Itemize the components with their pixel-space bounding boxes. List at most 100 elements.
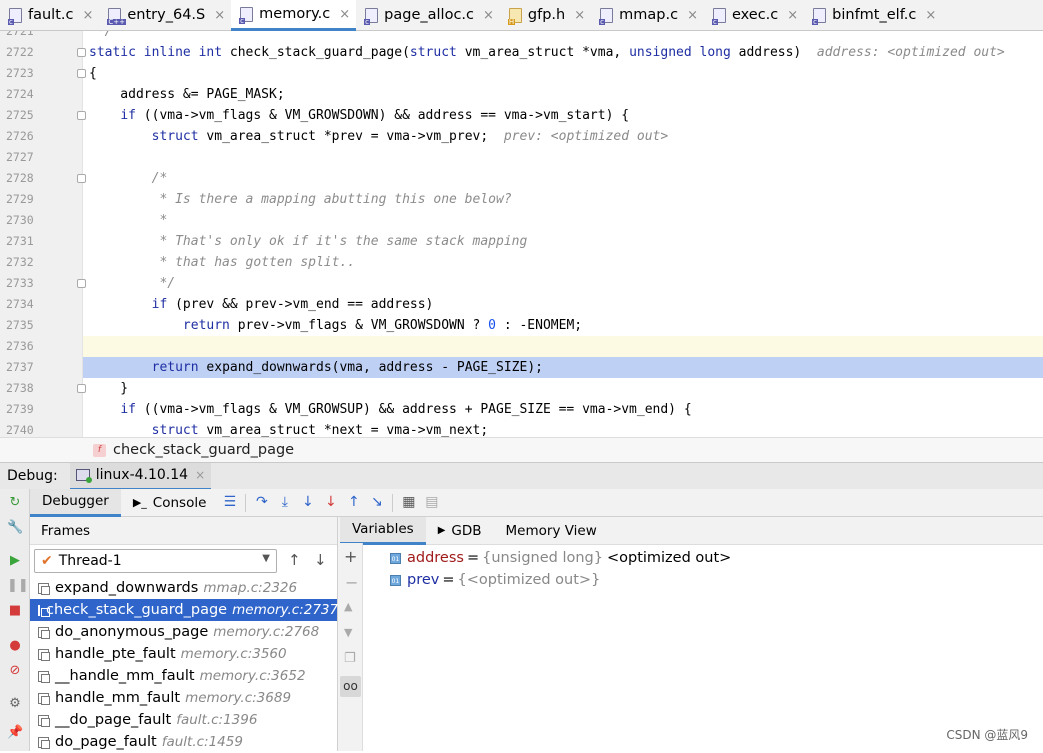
variable-row[interactable]: 01 prev = {<optimized out>} (390, 569, 600, 591)
close-icon[interactable]: × (339, 7, 350, 22)
close-icon[interactable]: × (687, 8, 698, 23)
code-text: */ (89, 31, 112, 42)
evaluate-expression-icon[interactable]: ▦ (401, 495, 416, 510)
step-over-icon[interactable]: ⤓ (277, 495, 292, 510)
close-icon[interactable]: × (82, 8, 93, 23)
code-line[interactable]: 2731 * That's only ok if it's the same s… (0, 231, 1043, 252)
wrench-icon[interactable]: 🔧 (7, 520, 23, 536)
code-line[interactable]: 2734 if (prev && prev->vm_end == address… (0, 294, 1043, 315)
close-icon[interactable]: × (925, 8, 936, 23)
tab-console[interactable]: ▶_ Console (121, 489, 219, 517)
stack-frame[interactable]: handle_pte_faultmemory.c:3560 (30, 643, 337, 665)
stack-frame[interactable]: expand_downwardsmmap.c:2326 (30, 577, 337, 599)
copy-icon[interactable]: ❐ (344, 651, 356, 666)
remove-watch-icon[interactable]: − (345, 573, 358, 592)
fold-marker-icon[interactable] (77, 174, 86, 183)
tab-mmap-c[interactable]: mmap.c× (591, 0, 704, 30)
show-execution-point-icon[interactable]: ↷ (254, 495, 269, 510)
thread-select[interactable]: ✔ Thread-1 ▼ (34, 549, 277, 573)
stack-frame[interactable]: __do_page_faultfault.c:1396 (30, 709, 337, 731)
tab-gdb[interactable]: ▶ GDB (426, 517, 494, 545)
move-up-icon[interactable]: ▲ (344, 600, 352, 613)
stack-frame[interactable]: __handle_mm_faultmemory.c:3652 (30, 665, 337, 687)
gear-icon[interactable]: ⚙ (7, 696, 23, 712)
force-step-into-icon[interactable]: ↓ (323, 495, 338, 510)
code-line[interactable]: 2722static inline int check_stack_guard_… (0, 42, 1043, 63)
tab-entry-64-s[interactable]: entry_64.S× (99, 0, 231, 30)
code-line[interactable]: 2732 * that has gotten split.. (0, 252, 1043, 273)
code-line[interactable]: 2730 * (0, 210, 1043, 231)
step-out-icon[interactable]: ↑ (346, 495, 361, 510)
pause-icon[interactable]: ❚❚ (7, 578, 23, 594)
code-line[interactable]: 2739 if ((vma->vm_flags & VM_GROWSUP) &&… (0, 399, 1043, 420)
code-line[interactable]: 2728 /* (0, 168, 1043, 189)
code-line[interactable]: 2724 address &= PAGE_MASK; (0, 84, 1043, 105)
stack-frame[interactable]: do_page_faultfault.c:1459 (30, 731, 337, 753)
code-line[interactable]: 2733 */ (0, 273, 1043, 294)
tab-fault-c[interactable]: fault.c × (0, 0, 99, 30)
fold-marker-icon[interactable] (77, 279, 86, 288)
fold-marker-icon[interactable] (77, 111, 86, 120)
tab-console-label: Console (153, 489, 207, 517)
stack-frame[interactable]: do_anonymous_pagememory.c:2768 (30, 621, 337, 643)
tab-gfp-h[interactable]: gfp.h× (500, 0, 591, 30)
frame-icon (38, 737, 49, 748)
breadcrumb[interactable]: f check_stack_guard_page (0, 437, 1043, 462)
code-line[interactable]: 2726 struct vm_area_struct *prev = vma->… (0, 126, 1043, 147)
tab-page-alloc-c[interactable]: page_alloc.c× (356, 0, 500, 30)
layout-icon[interactable]: ▤ (424, 495, 439, 510)
move-down-icon[interactable]: ▼ (344, 626, 352, 639)
previous-frame-icon[interactable]: ↑ (288, 551, 301, 569)
tab-label: memory.c (259, 6, 330, 22)
fold-marker-icon[interactable] (77, 69, 86, 78)
fold-marker-icon[interactable] (77, 384, 86, 393)
stack-frame[interactable]: check_stack_guard_pagememory.c:2737 (30, 599, 337, 621)
tab-memory-view[interactable]: Memory View (494, 517, 609, 545)
pin-icon[interactable]: 📌 (7, 725, 23, 741)
close-icon[interactable]: × (787, 8, 798, 23)
code-line[interactable]: 2738 } (0, 378, 1043, 399)
step-into-icon[interactable]: ↓ (300, 495, 315, 510)
variable-row[interactable]: 01 address = {unsigned long} <optimized … (390, 547, 731, 569)
code-line[interactable]: 2735 return prev->vm_flags & VM_GROWSDOW… (0, 315, 1043, 336)
close-icon[interactable]: × (483, 8, 494, 23)
resume-icon[interactable]: ▶ (7, 553, 23, 569)
fold-marker-icon[interactable] (77, 48, 86, 57)
code-line[interactable]: 2727 (0, 147, 1043, 168)
rerun-icon[interactable]: ↻ (7, 495, 23, 511)
close-icon[interactable]: × (214, 8, 225, 23)
tab-debugger[interactable]: Debugger (30, 489, 121, 517)
next-frame-icon[interactable]: ↓ (314, 551, 327, 569)
stack-frame[interactable]: handle_mm_faultmemory.c:3689 (30, 687, 337, 709)
mute-breakpoints-icon[interactable]: ⊘ (7, 663, 23, 679)
code-line[interactable]: 2729 * Is there a mapping abutting this … (0, 189, 1043, 210)
tab-binfmt-elf-c[interactable]: binfmt_elf.c× (804, 0, 942, 30)
menu-icon[interactable]: ☰ (222, 495, 237, 510)
add-watch-icon[interactable]: + (344, 547, 357, 566)
view-breakpoints-icon[interactable]: ● (7, 638, 23, 654)
tab-variables[interactable]: Variables (340, 517, 426, 545)
run-to-cursor-icon[interactable]: ↘ (369, 495, 384, 510)
show-watches-icon[interactable]: oo (340, 676, 361, 697)
code-text: if ((vma->vm_flags & VM_GROWSUP) && addr… (89, 399, 692, 420)
code-line[interactable]: 2723{ (0, 63, 1043, 84)
code-text: { (89, 63, 97, 84)
code-line[interactable]: 2736 (0, 336, 1043, 357)
close-icon[interactable]: × (574, 8, 585, 23)
tab-exec-c[interactable]: exec.c× (704, 0, 804, 30)
tab-label: fault.c (28, 7, 73, 23)
stop-icon[interactable]: ■ (7, 603, 23, 619)
code-line[interactable]: 2737 return expand_downwards(vma, addres… (0, 357, 1043, 378)
separator (392, 494, 393, 512)
thread-select-value: Thread-1 (59, 553, 122, 569)
code-line[interactable]: 2740 struct vm_area_struct *next = vma->… (0, 420, 1043, 437)
code-editor[interactable]: 2721 */2722static inline int check_stack… (0, 31, 1043, 437)
debug-session-tab[interactable]: linux-4.10.14 × (70, 463, 211, 490)
breadcrumb-function[interactable]: check_stack_guard_page (113, 442, 294, 458)
tab-memory-c[interactable]: memory.c × (231, 0, 356, 31)
close-icon[interactable]: × (195, 468, 205, 482)
variable-icon: 01 (390, 553, 401, 564)
code-line[interactable]: 2721 */ (0, 31, 1043, 42)
line-number: 2736 (6, 336, 36, 357)
code-line[interactable]: 2725 if ((vma->vm_flags & VM_GROWSDOWN) … (0, 105, 1043, 126)
